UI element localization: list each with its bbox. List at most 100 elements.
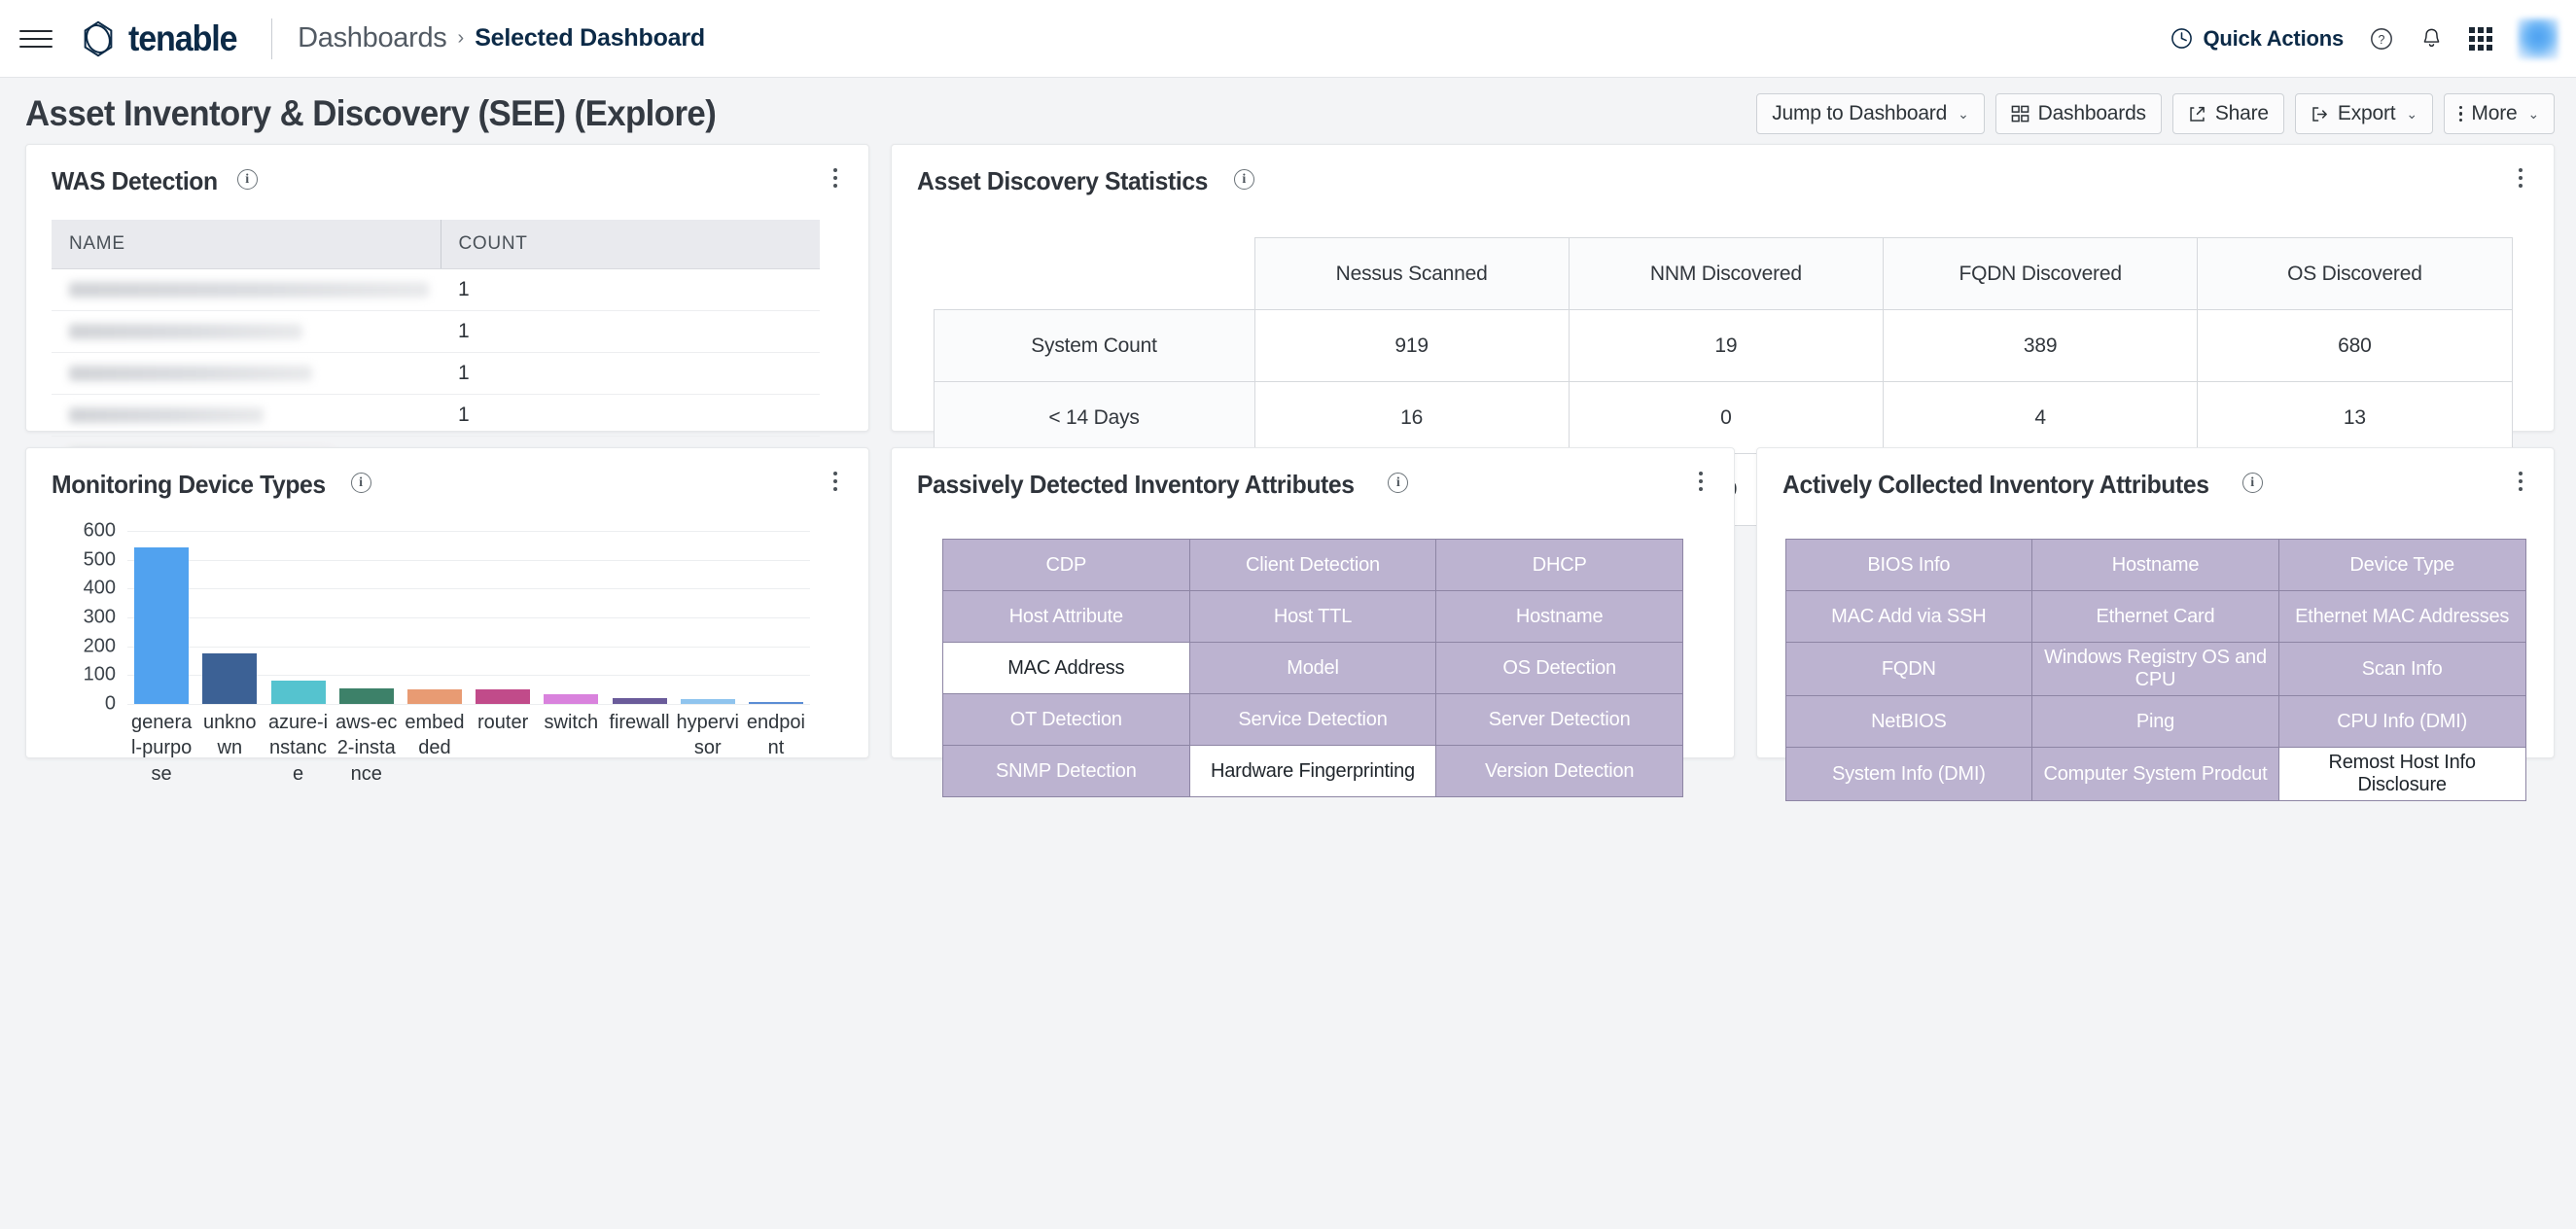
widget-header: WAS Detection i xyxy=(52,166,843,196)
column-header-count[interactable]: COUNT xyxy=(441,220,820,269)
hamburger-menu-icon[interactable] xyxy=(19,26,53,52)
y-axis-tick-label: 0 xyxy=(105,693,116,716)
table-row[interactable]: 1 xyxy=(52,395,820,437)
bell-icon[interactable] xyxy=(2419,26,2444,51)
matrix-row: OT DetectionService DetectionServer Dete… xyxy=(943,694,1683,746)
bar-aws-ec2-instance[interactable] xyxy=(339,688,394,704)
more-button[interactable]: More ⌄ xyxy=(2444,93,2555,134)
passive-matrix-wrap: CDPClient DetectionDHCPHost AttributeHos… xyxy=(917,539,1709,797)
matrix-cell[interactable]: Version Detection xyxy=(1436,746,1683,797)
jump-to-dashboard-label: Jump to Dashboard xyxy=(1772,102,1947,125)
matrix-cell[interactable]: CPU Info (DMI) xyxy=(2278,696,2525,748)
dashboards-button[interactable]: Dashboards xyxy=(1995,93,2162,134)
redacted-name xyxy=(69,407,264,423)
help-icon[interactable]: ? xyxy=(2369,26,2394,52)
export-button[interactable]: Export ⌄ xyxy=(2295,93,2433,134)
matrix-cell[interactable]: Remost Host Info Disclosure xyxy=(2278,748,2525,801)
matrix-cell[interactable]: NetBIOS xyxy=(1785,696,2032,748)
export-icon xyxy=(2311,105,2329,123)
tenable-logo[interactable]: tenable xyxy=(78,18,246,59)
matrix-cell[interactable]: Computer System Prodcut xyxy=(2032,748,2279,801)
bar-hypervisor[interactable] xyxy=(681,699,735,704)
jump-to-dashboard-button[interactable]: Jump to Dashboard ⌄ xyxy=(1756,93,1984,134)
chart-bars xyxy=(127,531,810,704)
bar-azure-instance[interactable] xyxy=(271,681,326,704)
matrix-cell[interactable]: OS Detection xyxy=(1436,643,1683,694)
info-icon[interactable]: i xyxy=(1234,169,1254,190)
table-row[interactable]: 1 xyxy=(52,269,820,311)
info-icon[interactable]: i xyxy=(2242,473,2263,493)
matrix-cell[interactable]: Hostname xyxy=(1436,591,1683,643)
app-grid-icon[interactable] xyxy=(2469,27,2492,51)
matrix-cell[interactable]: System Info (DMI) xyxy=(1785,748,2032,801)
was-detection-widget: WAS Detection i NAME COUNT 11111111 xyxy=(25,144,869,432)
widget-menu-button[interactable] xyxy=(2513,166,2528,190)
passive-attributes-title: Passively Detected Inventory Attributes xyxy=(917,470,1355,500)
info-icon[interactable]: i xyxy=(1388,473,1408,493)
asset-discovery-title: Asset Discovery Statistics xyxy=(917,166,1208,196)
chevron-down-icon: ⌄ xyxy=(2406,106,2417,123)
info-icon[interactable]: i xyxy=(351,473,371,493)
widget-menu-button[interactable] xyxy=(2513,470,2528,493)
quick-actions-button[interactable]: Quick Actions xyxy=(2170,26,2344,52)
matrix-cell[interactable]: DHCP xyxy=(1436,540,1683,591)
dashboard-row-2: Monitoring Device Types i 60050040030020… xyxy=(0,447,2576,774)
matrix-cell[interactable]: CDP xyxy=(943,540,1190,591)
matrix-cell[interactable]: MAC Add via SSH xyxy=(1785,591,2032,643)
row-header: System Count xyxy=(934,310,1254,382)
widget-menu-button[interactable] xyxy=(1693,470,1709,493)
matrix-cell[interactable]: Hardware Fingerprinting xyxy=(1189,746,1436,797)
bar-embedded[interactable] xyxy=(407,689,462,704)
matrix-cell[interactable]: Windows Registry OS and CPU xyxy=(2032,643,2279,696)
bar-slot xyxy=(195,531,264,704)
matrix-cell[interactable]: Service Detection xyxy=(1189,694,1436,746)
bar-slot xyxy=(264,531,332,704)
widget-menu-button[interactable] xyxy=(828,166,843,190)
bar-general-purpose[interactable] xyxy=(134,547,189,704)
passive-matrix-rows: CDPClient DetectionDHCPHost AttributeHos… xyxy=(943,540,1683,797)
matrix-cell[interactable]: Client Detection xyxy=(1189,540,1436,591)
matrix-cell[interactable]: SNMP Detection xyxy=(943,746,1190,797)
bar-firewall[interactable] xyxy=(613,698,667,704)
device-types-bar-chart: 6005004003002001000 general-purposeunkno… xyxy=(52,525,843,768)
matrix-cell[interactable]: BIOS Info xyxy=(1785,540,2032,591)
column-header-name[interactable]: NAME xyxy=(52,220,441,269)
x-axis-label-firewall: firewall xyxy=(605,710,673,787)
bar-switch[interactable] xyxy=(544,694,598,704)
matrix-cell[interactable]: Host TTL xyxy=(1189,591,1436,643)
bar-slot xyxy=(605,531,673,704)
gridline xyxy=(127,704,810,705)
info-icon[interactable]: i xyxy=(237,169,258,190)
cell-name xyxy=(52,269,441,311)
table-row[interactable]: 1 xyxy=(52,353,820,395)
matrix-row: System Info (DMI)Computer System Prodcut… xyxy=(1785,748,2525,801)
table-row[interactable]: 1 xyxy=(52,311,820,353)
matrix-cell[interactable]: FQDN xyxy=(1785,643,2032,696)
row-header: < 14 Days xyxy=(934,382,1254,454)
matrix-cell[interactable]: Device Type xyxy=(2278,540,2525,591)
bar-unknown[interactable] xyxy=(202,653,257,704)
redacted-name xyxy=(69,282,429,298)
matrix-cell[interactable]: MAC Address xyxy=(943,643,1190,694)
matrix-cell[interactable]: Host Attribute xyxy=(943,591,1190,643)
matrix-cell[interactable]: Ethernet Card xyxy=(2032,591,2279,643)
user-avatar[interactable] xyxy=(2518,18,2558,59)
matrix-cell[interactable]: Scan Info xyxy=(2278,643,2525,696)
bar-slot xyxy=(674,531,742,704)
matrix-row: SNMP DetectionHardware FingerprintingVer… xyxy=(943,746,1683,797)
bar-slot xyxy=(469,531,537,704)
matrix-cell[interactable]: OT Detection xyxy=(943,694,1190,746)
bar-router[interactable] xyxy=(476,689,530,704)
matrix-cell[interactable]: Ethernet MAC Addresses xyxy=(2278,591,2525,643)
matrix-cell[interactable]: Model xyxy=(1189,643,1436,694)
share-button[interactable]: Share xyxy=(2172,93,2284,134)
matrix-cell[interactable]: Ping xyxy=(2032,696,2279,748)
matrix-cell[interactable]: Hostname xyxy=(2032,540,2279,591)
x-axis-label-general-purpose: general-purpose xyxy=(127,710,195,787)
breadcrumb-dashboards[interactable]: Dashboards xyxy=(298,22,446,54)
bar-endpoint[interactable] xyxy=(749,702,803,704)
matrix-cell[interactable]: Server Detection xyxy=(1436,694,1683,746)
y-axis-tick-label: 300 xyxy=(84,607,116,629)
active-attributes-matrix: BIOS InfoHostnameDevice Type MAC Add via … xyxy=(1785,539,2526,801)
widget-menu-button[interactable] xyxy=(828,470,843,493)
